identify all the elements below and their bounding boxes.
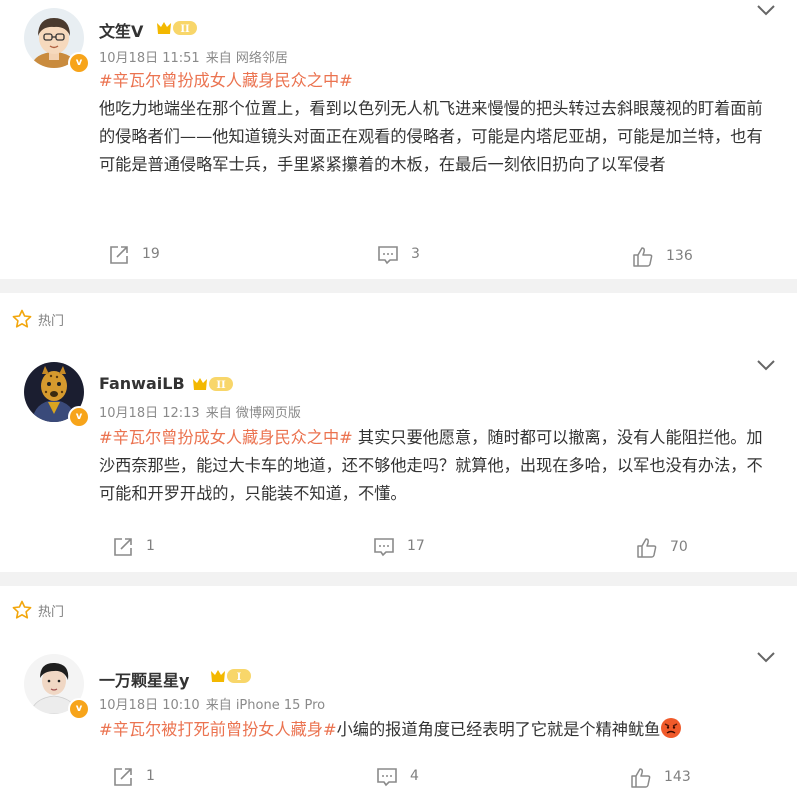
post-text: #辛瓦尔被打死前曾扮女人藏身#小编的报道角度已经表明了它就是个精神鱿鱼 (99, 716, 771, 744)
divider (0, 572, 797, 586)
hot-section-header: 热门 (0, 587, 797, 631)
repost-icon (110, 246, 128, 264)
username[interactable]: FanwaiLB (99, 374, 185, 393)
svg-text:II: II (180, 24, 190, 35)
comment-button[interactable]: 17 (373, 536, 453, 558)
repost-icon (114, 768, 132, 786)
hashtag-link[interactable]: #辛瓦尔曾扮成女人藏身民众之中# (99, 71, 353, 90)
star-icon (12, 309, 32, 328)
comment-icon (374, 538, 394, 557)
like-button[interactable]: 136 (632, 246, 712, 268)
hashtag-link[interactable]: #辛瓦尔曾扮成女人藏身民众之中# (99, 428, 353, 447)
post-time[interactable]: 10月18日 11:51 (99, 51, 200, 66)
chevron-down-icon[interactable] (756, 4, 776, 16)
post-card: v 文笙V II 10月18日 11:51 来自 网络邻居 #辛瓦尔曾扮成女人藏身… (0, 0, 797, 279)
thumbs-up-icon (637, 538, 657, 558)
level-badge-icon: II (193, 377, 233, 391)
verified-badge-icon: v (68, 52, 90, 74)
comment-button[interactable]: 3 (377, 244, 457, 266)
verified-badge-icon: v (68, 406, 90, 428)
level-badge-icon: II (157, 21, 197, 35)
username[interactable]: 文笙V (99, 18, 143, 42)
hashtag-link[interactable]: #辛瓦尔被打死前曾扮女人藏身# (99, 720, 337, 739)
repost-count: 1 (146, 538, 155, 554)
repost-count: 1 (146, 768, 155, 784)
chevron-down-icon[interactable] (756, 359, 776, 371)
post-meta: 10月18日 12:13 来自 微博网页版 (99, 402, 307, 421)
star-icon (12, 600, 32, 619)
post-time[interactable]: 10月18日 12:13 (99, 406, 200, 421)
hot-section-header: 热门 (0, 296, 797, 340)
post-source: 来自 iPhone 15 Pro (205, 698, 326, 713)
repost-button[interactable]: 1 (112, 536, 192, 558)
repost-button[interactable]: 19 (108, 244, 188, 266)
avatar[interactable]: v (24, 654, 90, 720)
hot-label: 热门 (38, 605, 65, 620)
avatar[interactable]: v (24, 362, 90, 428)
thumbs-up-icon (633, 247, 653, 267)
post-time[interactable]: 10月18日 10:10 (99, 698, 200, 713)
post-card: v FanwaiLB II 10月18日 12:13 来自 微博网页版 #辛瓦尔曾… (0, 340, 797, 570)
username[interactable]: 一万颗星星y (99, 667, 189, 691)
post-text: #辛瓦尔曾扮成女人藏身民众之中# 他吃力地端坐在那个位置上，看到以色列无人机飞进来… (99, 67, 771, 179)
like-count: 136 (666, 248, 693, 264)
comment-icon (378, 246, 398, 265)
like-button[interactable]: 143 (630, 767, 710, 789)
post-source: 来自 网络邻居 (205, 51, 288, 66)
svg-text:II: II (216, 380, 226, 391)
post-meta: 10月18日 10:10 来自 iPhone 15 Pro (99, 694, 331, 713)
hot-label: 热门 (38, 314, 65, 329)
like-count: 70 (670, 539, 688, 555)
level-badge-icon: I (211, 669, 251, 683)
post-meta: 10月18日 11:51 来自 网络邻居 (99, 47, 294, 66)
thumbs-up-icon (631, 768, 651, 788)
post-body: 他吃力地端坐在那个位置上，看到以色列无人机飞进来慢慢的把头转过去斜眼蔑视的盯着面… (99, 99, 763, 174)
repost-count: 19 (142, 246, 160, 262)
chevron-down-icon[interactable] (756, 651, 776, 663)
repost-button[interactable]: 1 (112, 766, 192, 788)
avatar[interactable]: v (24, 8, 90, 74)
comment-icon (377, 768, 397, 787)
like-count: 143 (664, 769, 691, 785)
post-card: v 一万颗星星y I 10月18日 10:10 来自 iPhone 15 Pro … (0, 630, 797, 792)
post-source: 来自 微博网页版 (205, 406, 301, 421)
comment-count: 4 (410, 768, 419, 784)
divider (0, 279, 797, 293)
comment-count: 17 (407, 538, 425, 554)
comment-button[interactable]: 4 (376, 766, 456, 788)
angry-face-emoji-icon (661, 718, 682, 738)
post-body: 小编的报道角度已经表明了它就是个精神鱿鱼 (336, 720, 661, 739)
like-button[interactable]: 70 (636, 537, 716, 559)
repost-icon (114, 538, 132, 556)
comment-count: 3 (411, 246, 420, 262)
svg-text:I: I (237, 672, 242, 683)
post-text: #辛瓦尔曾扮成女人藏身民众之中# 其实只要他愿意，随时都可以撤离，没有人能阻拦他… (99, 424, 771, 508)
verified-badge-icon: v (68, 698, 90, 720)
